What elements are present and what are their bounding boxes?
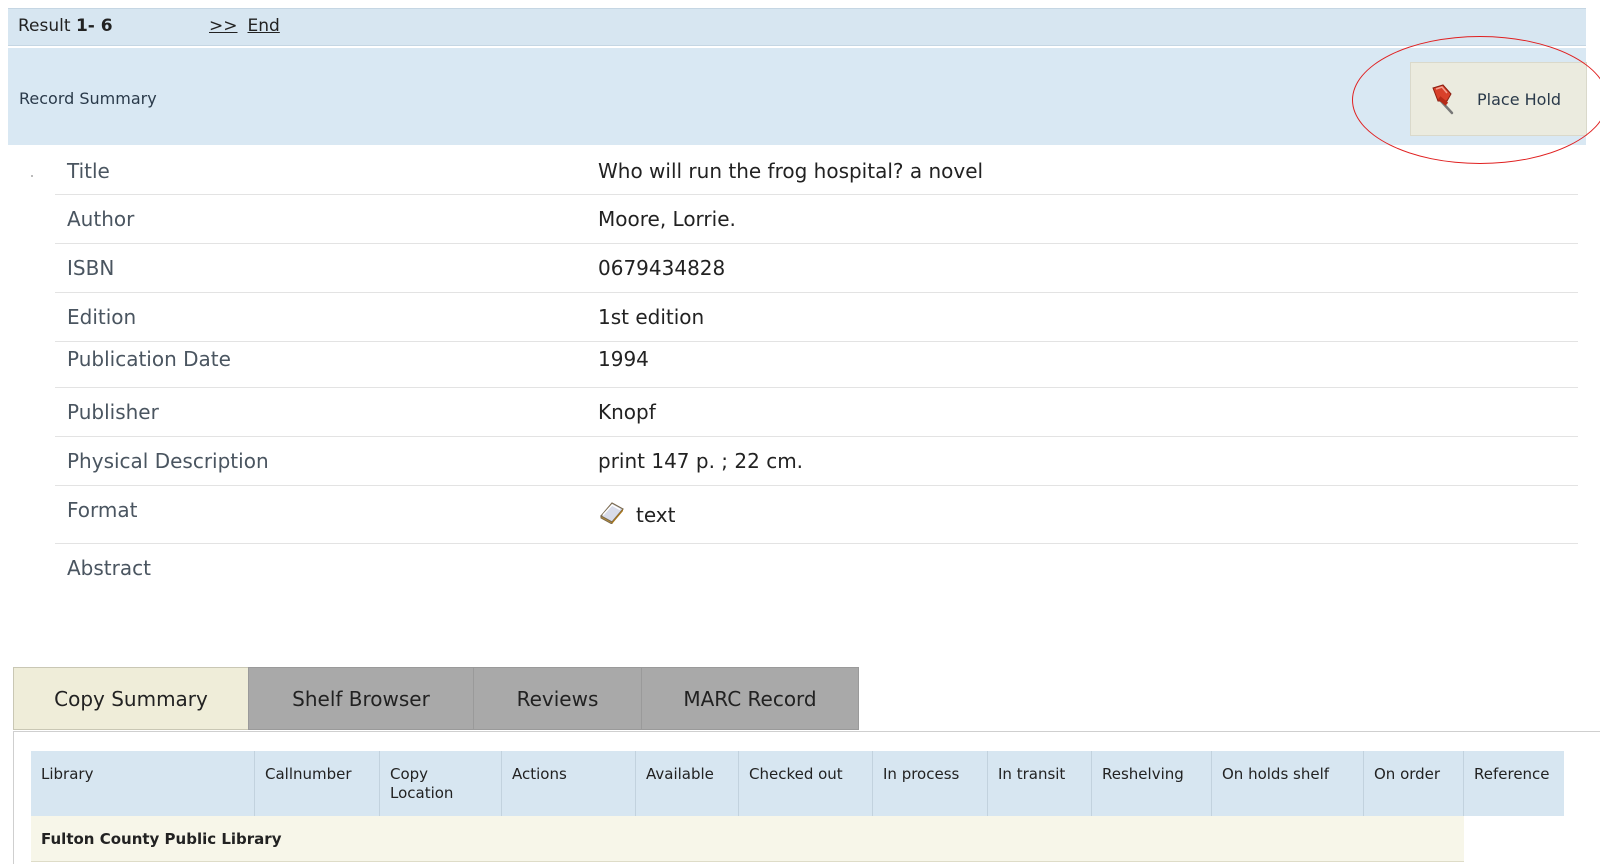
- detail-value: Knopf: [598, 400, 656, 424]
- detail-label: Abstract: [67, 556, 151, 580]
- table-header-row: Library Callnumber Copy Location Actions…: [31, 751, 1564, 816]
- detail-value: 0679434828: [598, 256, 726, 280]
- tab-shelf-browser[interactable]: Shelf Browser: [248, 667, 474, 730]
- detail-value: print 147 p. ; 22 cm.: [598, 449, 804, 473]
- detail-row-author: Author Moore, Lorrie.: [55, 195, 1578, 244]
- result-pagination: >> End: [209, 16, 290, 36]
- copy-summary-table: Library Callnumber Copy Location Actions…: [31, 751, 1564, 862]
- detail-label: ISBN: [67, 256, 115, 280]
- column-header-on-holds-shelf: On holds shelf: [1211, 751, 1364, 816]
- table-row: Fulton County Public Library: [31, 816, 1564, 862]
- tab-copy-summary[interactable]: Copy Summary: [13, 667, 249, 730]
- column-header-reshelving: Reshelving: [1091, 751, 1212, 816]
- detail-label: Physical Description: [67, 449, 269, 473]
- detail-label: Publication Date: [67, 347, 231, 371]
- detail-label: Format: [67, 498, 138, 522]
- detail-value: Moore, Lorrie.: [598, 207, 736, 231]
- record-summary-header: Record Summary: [8, 48, 1586, 145]
- tab-marc-record[interactable]: MARC Record: [641, 667, 859, 730]
- place-hold-label: Place Hold: [1477, 90, 1562, 109]
- detail-row-physical-description: Physical Description print 147 p. ; 22 c…: [55, 437, 1578, 486]
- detail-row-isbn: ISBN 0679434828: [55, 244, 1578, 293]
- format-text: text: [636, 503, 676, 527]
- end-results-link[interactable]: End: [248, 16, 280, 36]
- column-header-actions: Actions: [501, 751, 636, 816]
- column-header-library: Library: [31, 751, 255, 816]
- place-hold-button[interactable]: Place Hold: [1410, 62, 1587, 136]
- column-header-available: Available: [635, 751, 739, 816]
- next-results-link[interactable]: >>: [209, 16, 238, 36]
- detail-value: 1st edition: [598, 305, 705, 329]
- column-header-checked-out: Checked out: [738, 751, 873, 816]
- detail-value: text: [598, 500, 675, 527]
- result-count: Result 1- 6: [18, 16, 113, 36]
- column-header-in-transit: In transit: [987, 751, 1092, 816]
- row-marker: [31, 175, 33, 177]
- record-summary-label: Record Summary: [19, 89, 157, 108]
- tab-reviews[interactable]: Reviews: [473, 667, 642, 730]
- detail-value: Who will run the frog hospital? a novel: [598, 159, 984, 183]
- record-details-table: Title Who will run the frog hospital? a …: [55, 147, 1578, 596]
- detail-row-publisher: Publisher Knopf: [55, 388, 1578, 437]
- detail-row-format: Format text: [55, 486, 1578, 544]
- detail-label: Publisher: [67, 400, 159, 424]
- detail-row-abstract: Abstract: [55, 544, 1578, 596]
- empty-cell: [1464, 816, 1565, 862]
- column-header-callnumber: Callnumber: [254, 751, 380, 816]
- detail-label: Title: [67, 159, 110, 183]
- book-icon: [600, 502, 624, 525]
- pushpin-icon: [1432, 84, 1454, 115]
- detail-row-edition: Edition 1st edition: [55, 293, 1578, 342]
- result-navigation-bar: Result 1- 6 >> End: [8, 8, 1586, 46]
- detail-row-publication-date: Publication Date 1994: [55, 342, 1578, 388]
- column-header-on-order: On order: [1363, 751, 1464, 816]
- column-header-copy-location: Copy Location: [379, 751, 502, 816]
- detail-label: Edition: [67, 305, 137, 329]
- detail-value: 1994: [598, 347, 649, 371]
- column-header-reference: Reference: [1463, 751, 1564, 816]
- library-group-row: Fulton County Public Library: [31, 816, 1464, 862]
- column-header-in-process: In process: [872, 751, 988, 816]
- detail-label: Author: [67, 207, 135, 231]
- detail-row-title: Title Who will run the frog hospital? a …: [55, 147, 1578, 195]
